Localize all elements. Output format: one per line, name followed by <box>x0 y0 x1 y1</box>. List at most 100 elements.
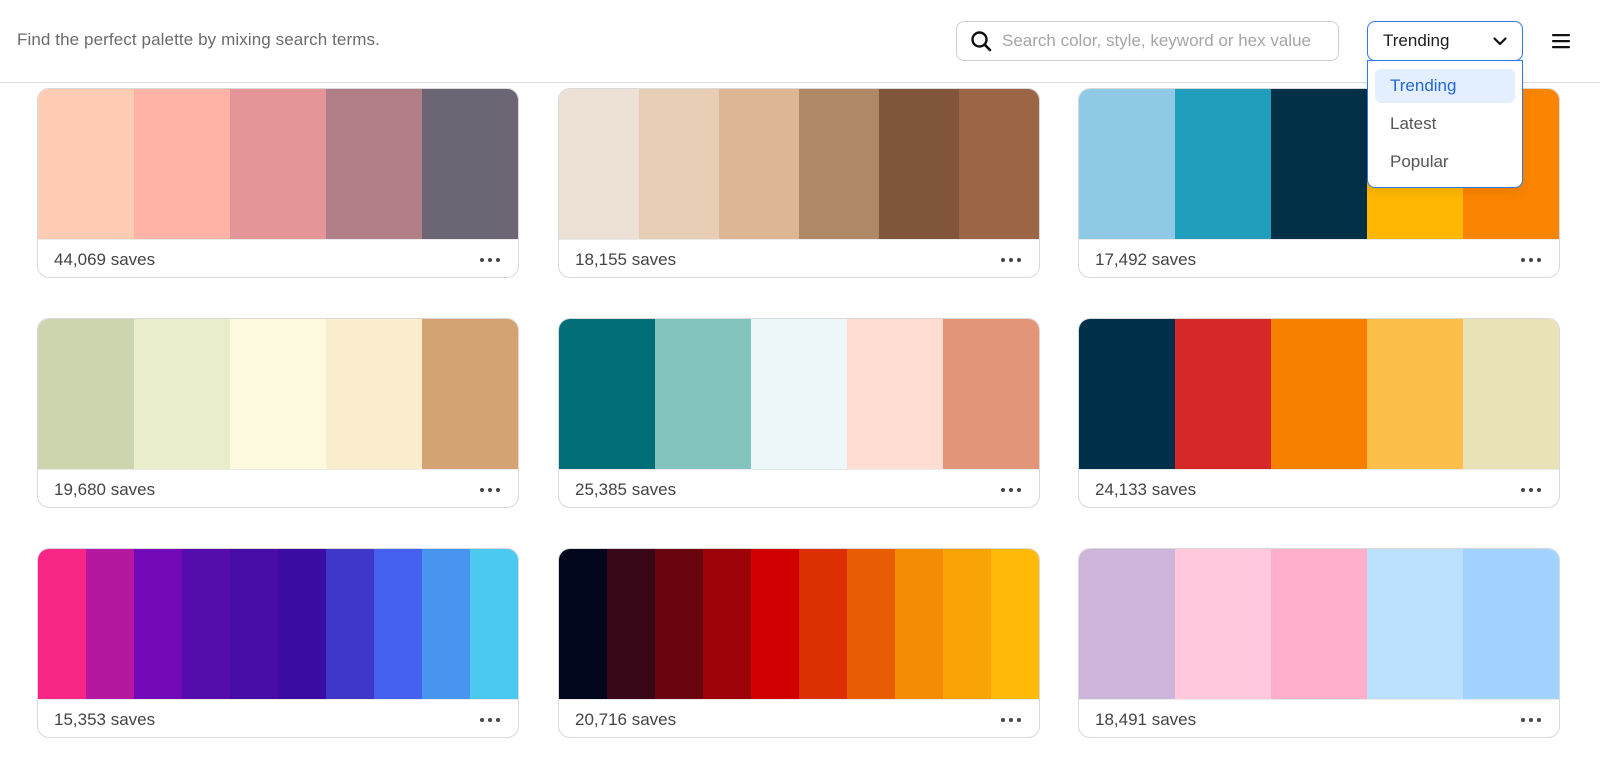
chevron-down-icon <box>1492 33 1508 49</box>
color-swatch[interactable] <box>374 549 422 699</box>
color-swatch[interactable] <box>86 549 134 699</box>
color-swatch[interactable] <box>559 549 607 699</box>
tagline: Find the perfect palette by mixing searc… <box>17 30 380 49</box>
more-options-icon[interactable] <box>478 480 502 500</box>
palette-card[interactable]: 25,385 saves <box>558 318 1040 508</box>
color-swatch[interactable] <box>991 549 1039 699</box>
color-swatch[interactable] <box>422 89 518 239</box>
more-options-icon[interactable] <box>999 710 1023 730</box>
sort-option-trending[interactable]: Trending <box>1375 69 1515 103</box>
palette-grid: 44,069 saves 18,155 saves 17,492 saves 19,6… <box>0 0 1600 762</box>
palette-swatches <box>559 319 1039 469</box>
top-bar: Find the perfect palette by mixing searc… <box>0 0 1600 83</box>
color-swatch[interactable] <box>639 89 719 239</box>
more-options-icon[interactable] <box>478 250 502 270</box>
palette-footer: 18,155 saves <box>559 239 1039 277</box>
color-swatch[interactable] <box>278 549 326 699</box>
save-count: 25,385 saves <box>575 479 677 499</box>
save-count: 24,133 saves <box>1095 479 1197 499</box>
palette-footer: 20,716 saves <box>559 699 1039 737</box>
color-swatch[interactable] <box>559 89 639 239</box>
palette-card[interactable]: 15,353 saves <box>37 548 519 738</box>
search-box[interactable] <box>956 21 1339 61</box>
palette-card[interactable]: 18,155 saves <box>558 88 1040 278</box>
color-swatch[interactable] <box>470 549 518 699</box>
hamburger-icon <box>1551 32 1571 50</box>
palette-swatches <box>38 549 518 699</box>
palette-card[interactable]: 19,680 saves <box>37 318 519 508</box>
color-swatch[interactable] <box>1271 319 1367 469</box>
color-swatch[interactable] <box>1367 319 1463 469</box>
palette-swatches <box>1079 549 1559 699</box>
palette-card[interactable]: 18,491 saves <box>1078 548 1560 738</box>
color-swatch[interactable] <box>719 89 799 239</box>
color-swatch[interactable] <box>879 89 959 239</box>
save-count: 18,155 saves <box>575 249 677 269</box>
palette-footer: 24,133 saves <box>1079 469 1559 507</box>
color-swatch[interactable] <box>1463 319 1559 469</box>
color-swatch[interactable] <box>38 549 86 699</box>
color-swatch[interactable] <box>799 549 847 699</box>
more-options-icon[interactable] <box>1519 250 1543 270</box>
sort-option-latest[interactable]: Latest <box>1375 107 1515 141</box>
more-options-icon[interactable] <box>1519 710 1543 730</box>
color-swatch[interactable] <box>751 319 847 469</box>
color-swatch[interactable] <box>895 549 943 699</box>
color-swatch[interactable] <box>943 549 991 699</box>
color-swatch[interactable] <box>326 319 422 469</box>
palette-card[interactable]: 20,716 saves <box>558 548 1040 738</box>
color-swatch[interactable] <box>182 549 230 699</box>
color-swatch[interactable] <box>326 549 374 699</box>
more-options-icon[interactable] <box>1519 480 1543 500</box>
color-swatch[interactable] <box>847 549 895 699</box>
save-count: 18,491 saves <box>1095 709 1197 729</box>
color-swatch[interactable] <box>1175 89 1271 239</box>
color-swatch[interactable] <box>1271 549 1367 699</box>
color-swatch[interactable] <box>799 89 879 239</box>
color-swatch[interactable] <box>134 89 230 239</box>
color-swatch[interactable] <box>422 319 518 469</box>
sort-option-popular[interactable]: Popular <box>1375 145 1515 179</box>
color-swatch[interactable] <box>422 549 470 699</box>
color-swatch[interactable] <box>38 319 134 469</box>
color-swatch[interactable] <box>655 549 703 699</box>
color-swatch[interactable] <box>751 549 799 699</box>
color-swatch[interactable] <box>959 89 1039 239</box>
color-swatch[interactable] <box>607 549 655 699</box>
palette-footer: 18,491 saves <box>1079 699 1559 737</box>
color-swatch[interactable] <box>1271 89 1367 239</box>
color-swatch[interactable] <box>1079 549 1175 699</box>
color-swatch[interactable] <box>326 89 422 239</box>
search-input[interactable] <box>1002 31 1338 51</box>
menu-button[interactable] <box>1549 29 1573 53</box>
color-swatch[interactable] <box>1079 89 1175 239</box>
color-swatch[interactable] <box>1175 319 1271 469</box>
sort-select-value: Trending <box>1383 31 1450 50</box>
color-swatch[interactable] <box>134 549 182 699</box>
color-swatch[interactable] <box>943 319 1039 469</box>
more-options-icon[interactable] <box>999 480 1023 500</box>
color-swatch[interactable] <box>38 89 134 239</box>
palette-footer: 17,492 saves <box>1079 239 1559 277</box>
more-options-icon[interactable] <box>478 710 502 730</box>
sort-dropdown-menu: Trending Latest Popular <box>1367 60 1523 188</box>
color-swatch[interactable] <box>134 319 230 469</box>
palette-card[interactable]: 44,069 saves <box>37 88 519 278</box>
sort-select[interactable]: Trending <box>1367 21 1523 61</box>
color-swatch[interactable] <box>847 319 943 469</box>
color-swatch[interactable] <box>703 549 751 699</box>
palette-swatches <box>559 89 1039 239</box>
more-options-icon[interactable] <box>999 250 1023 270</box>
color-swatch[interactable] <box>655 319 751 469</box>
color-swatch[interactable] <box>1463 549 1559 699</box>
color-swatch[interactable] <box>230 89 326 239</box>
color-swatch[interactable] <box>230 549 278 699</box>
color-swatch[interactable] <box>230 319 326 469</box>
palette-swatches <box>1079 319 1559 469</box>
palette-card[interactable]: 24,133 saves <box>1078 318 1560 508</box>
color-swatch[interactable] <box>1079 319 1175 469</box>
palette-swatches <box>38 89 518 239</box>
color-swatch[interactable] <box>1175 549 1271 699</box>
color-swatch[interactable] <box>1367 549 1463 699</box>
color-swatch[interactable] <box>559 319 655 469</box>
